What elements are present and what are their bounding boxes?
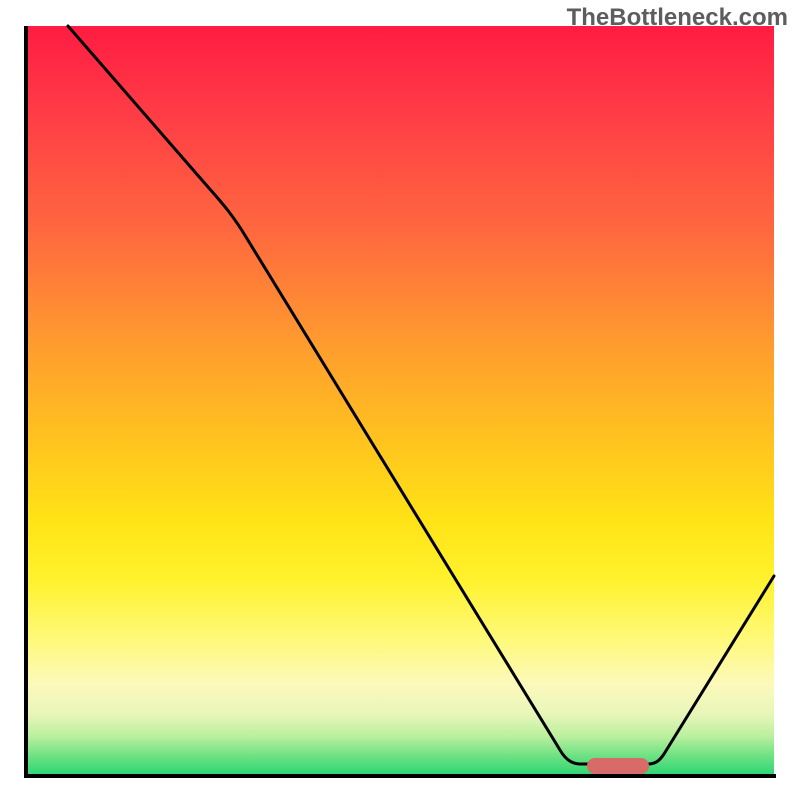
bottleneck-curve — [0, 0, 800, 800]
curve-path — [68, 26, 774, 764]
bottleneck-chart: TheBottleneck.com — [0, 0, 800, 800]
watermark-text: TheBottleneck.com — [567, 4, 788, 32]
optimal-range-marker — [587, 758, 649, 774]
